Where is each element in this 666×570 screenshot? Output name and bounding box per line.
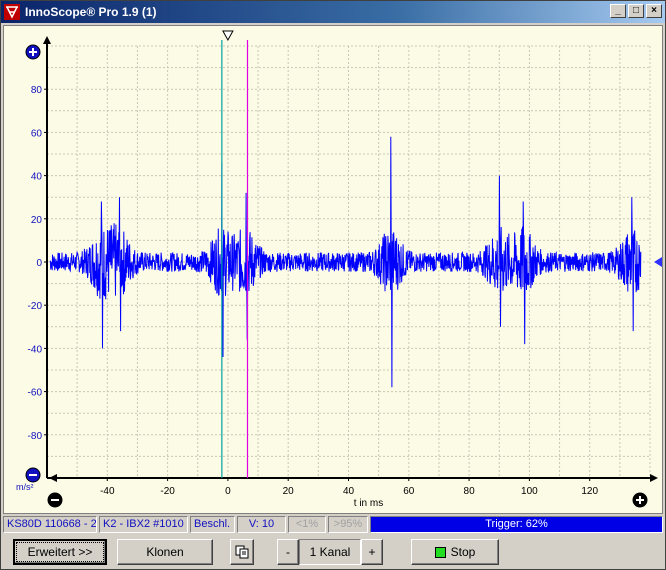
- plus-label: +: [368, 545, 376, 559]
- klonen-button-label: Klonen: [146, 545, 184, 559]
- y-axis-arrow-icon: [43, 36, 51, 44]
- y-tick-label: 20: [31, 215, 43, 226]
- minus-label: -: [286, 545, 290, 559]
- y-unit-label: m/s²: [16, 482, 34, 492]
- x-tick-label: 20: [283, 486, 295, 497]
- app-window: InnoScope® Pro 1.9 (1) _ □ × 80 60 40 20 0 -2…: [0, 0, 666, 570]
- status-device: KS80D 110668 - 2: [3, 516, 97, 533]
- y-tick-label: -60: [28, 388, 43, 399]
- x-tick-label: 60: [403, 486, 415, 497]
- app-icon: [4, 4, 20, 20]
- erweitert-button[interactable]: Erweitert >>: [13, 539, 107, 565]
- y-tick-label: -40: [28, 344, 43, 355]
- copy-button[interactable]: [230, 539, 254, 565]
- channel-minus-button[interactable]: -: [277, 539, 299, 565]
- x-tick-label: 40: [343, 486, 355, 497]
- copy-icon: [235, 545, 249, 559]
- y-tick-label: 0: [36, 258, 42, 269]
- x-tick-label: -40: [100, 486, 115, 497]
- plot-canvas[interactable]: 80 60 40 20 0 -20 -40 -60 -80 -40 -20 0 20 40 60 80 100 1…: [4, 26, 662, 513]
- status-low-threshold: <1%: [288, 516, 326, 533]
- erweitert-button-label: Erweitert >>: [27, 545, 93, 559]
- klonen-button[interactable]: Klonen: [117, 539, 213, 565]
- y-tick-label: -20: [28, 301, 43, 312]
- x-axis-arrow-icon: [650, 474, 658, 482]
- y-tick-label: 80: [31, 85, 43, 96]
- close-button[interactable]: ×: [646, 4, 662, 18]
- oscilloscope-plot[interactable]: 80 60 40 20 0 -20 -40 -60 -80 -40 -20 0 20 40 60 80 100 1…: [3, 25, 663, 514]
- stop-button[interactable]: Stop: [411, 539, 499, 565]
- stop-button-label: Stop: [450, 545, 476, 559]
- status-gain: V: 10: [237, 516, 286, 533]
- maximize-button[interactable]: □: [628, 4, 644, 18]
- status-channel: K2 - IBX2 #1010: [99, 516, 188, 533]
- x-tick-label: 120: [581, 486, 598, 497]
- trigger-level-icon[interactable]: [654, 257, 662, 267]
- minimize-button[interactable]: _: [610, 4, 626, 18]
- x-axis-label: t in ms: [354, 498, 383, 509]
- channel-plus-button[interactable]: +: [361, 539, 383, 565]
- minimize-icon: _: [615, 5, 621, 16]
- stop-indicator-icon: [434, 546, 446, 558]
- x-tick-label: 0: [225, 486, 231, 497]
- title-bar[interactable]: InnoScope® Pro 1.9 (1) _ □ ×: [1, 1, 665, 23]
- y-tick-label: -80: [28, 431, 43, 442]
- status-trigger: Trigger: 62%: [370, 516, 663, 533]
- close-icon: ×: [651, 5, 657, 16]
- maximize-icon: □: [632, 5, 640, 16]
- trigger-marker-icon[interactable]: [222, 30, 234, 42]
- x-tick-label: 100: [521, 486, 538, 497]
- channel-count: 1 Kanal: [299, 539, 361, 565]
- channel-count-label: 1 Kanal: [309, 545, 351, 559]
- x-axis-left-arrow-icon: [49, 474, 57, 482]
- status-bar: KS80D 110668 - 2 K2 - IBX2 #1010 Beschl.…: [3, 516, 663, 533]
- status-mode: Beschl.: [190, 516, 235, 533]
- y-tick-label: 40: [31, 172, 43, 183]
- status-high-threshold: >95%: [328, 516, 368, 533]
- y-tick-label: 60: [31, 128, 43, 139]
- signal-trace: [49, 136, 642, 388]
- x-tick-label: 80: [464, 486, 476, 497]
- x-tick-label: -20: [160, 486, 175, 497]
- window-title: InnoScope® Pro 1.9 (1): [25, 5, 157, 19]
